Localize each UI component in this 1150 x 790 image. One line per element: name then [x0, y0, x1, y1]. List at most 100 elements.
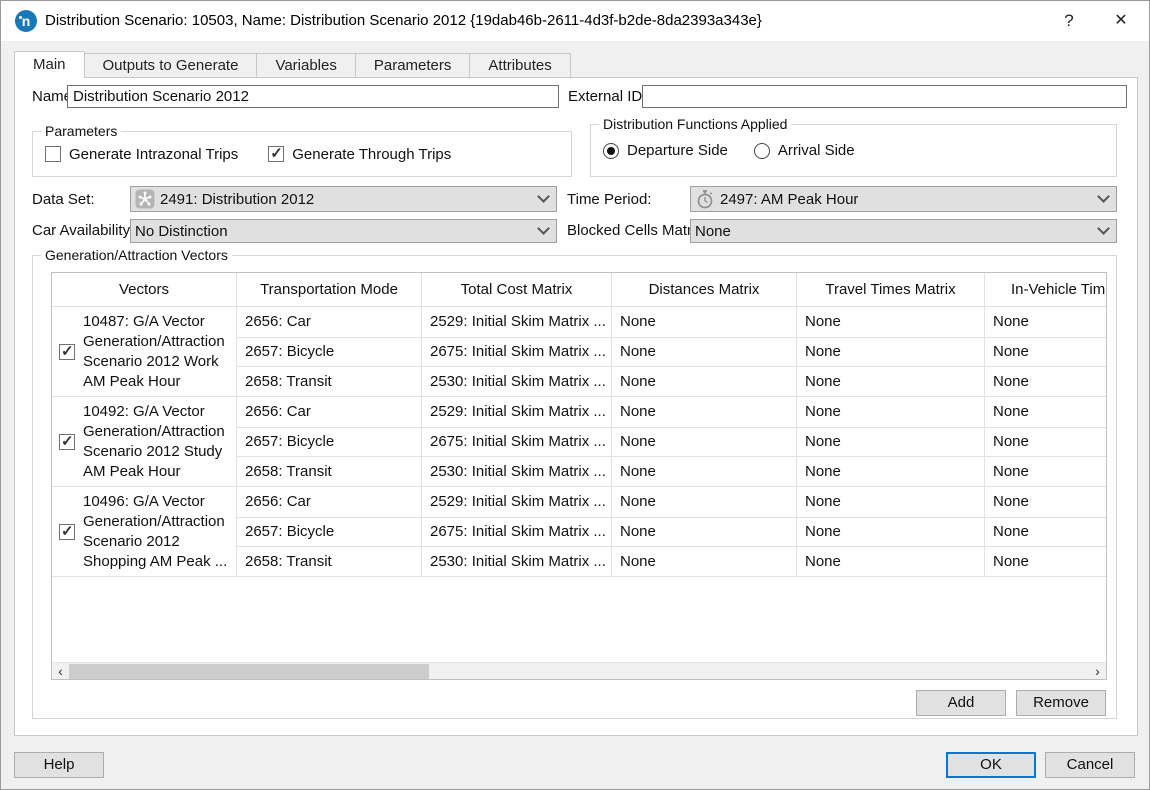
travel-times-cell: None — [797, 547, 985, 576]
vector-cell: 10496: G/A Vector Generation/Attraction … — [52, 487, 237, 576]
scroll-left-icon[interactable]: ‹ — [52, 663, 69, 680]
tab-variables[interactable]: Variables — [257, 53, 355, 77]
distances-cell: None — [612, 307, 797, 337]
external-id-label: External ID: — [568, 88, 646, 105]
parameters-groupbox: Parameters Generate Intrazonal Trips Gen… — [32, 131, 572, 177]
col-header-total-cost-matrix[interactable]: Total Cost Matrix — [422, 273, 612, 307]
total-cost-cell: 2675: Initial Skim Matrix ... — [422, 428, 612, 457]
distribution-scenario-dialog: n Distribution Scenario: 10503, Name: Di… — [0, 0, 1150, 790]
col-header-in-vehicle-time[interactable]: In-Vehicle Time — [985, 273, 1106, 307]
table-row[interactable]: 2658: Transit 2530: Initial Skim Matrix … — [237, 366, 1106, 396]
tab-parameters[interactable]: Parameters — [356, 53, 471, 77]
vector-cell: 10487: G/A Vector Generation/Attraction … — [52, 307, 237, 396]
travel-times-cell: None — [797, 307, 985, 337]
car-availability-dropdown[interactable]: No Distinction — [130, 219, 557, 243]
tab-attributes[interactable]: Attributes — [470, 53, 570, 77]
time-period-value: 2497: AM Peak Hour — [720, 191, 858, 208]
total-cost-cell: 2530: Initial Skim Matrix ... — [422, 547, 612, 576]
car-availability-value: No Distinction — [135, 223, 228, 240]
table-row[interactable]: 2658: Transit 2530: Initial Skim Matrix … — [237, 456, 1106, 486]
tab-outputs-to-generate[interactable]: Outputs to Generate — [85, 53, 258, 77]
in-vehicle-cell: None — [985, 457, 1106, 486]
vector-name: 10487: G/A Vector Generation/Attraction … — [83, 312, 235, 392]
departure-side-radio[interactable] — [603, 143, 619, 159]
ok-button[interactable]: OK — [946, 752, 1036, 778]
arrival-side-radio[interactable] — [754, 143, 770, 159]
table-row[interactable]: 2657: Bicycle 2675: Initial Skim Matrix … — [237, 337, 1106, 367]
travel-times-cell: None — [797, 518, 985, 547]
total-cost-cell: 2675: Initial Skim Matrix ... — [422, 338, 612, 367]
generate-through-trips-checkbox[interactable] — [268, 146, 284, 162]
distances-cell: None — [612, 338, 797, 367]
in-vehicle-cell: None — [985, 487, 1106, 517]
distribution-functions-groupbox: Distribution Functions Applied Departure… — [590, 124, 1117, 177]
table-row[interactable]: 2657: Bicycle 2675: Initial Skim Matrix … — [237, 427, 1106, 457]
vector-group-row: 10492: G/A Vector Generation/Attraction … — [52, 397, 1106, 487]
tab-main[interactable]: Main — [14, 51, 85, 78]
remove-button[interactable]: Remove — [1016, 690, 1106, 716]
col-header-travel-times-matrix[interactable]: Travel Times Matrix — [797, 273, 985, 307]
mode-cell: 2658: Transit — [237, 547, 422, 576]
total-cost-cell: 2529: Initial Skim Matrix ... — [422, 487, 612, 517]
table-row[interactable]: 2658: Transit 2530: Initial Skim Matrix … — [237, 546, 1106, 576]
generate-intrazonal-trips-checkbox[interactable] — [45, 146, 61, 162]
travel-times-cell: None — [797, 367, 985, 396]
blocked-cells-matrix-label: Blocked Cells Matrix: — [567, 222, 707, 239]
help-button[interactable]: Help — [14, 752, 104, 778]
distances-cell: None — [612, 518, 797, 547]
titlebar-close-button[interactable]: ✕ — [1099, 1, 1143, 41]
mode-rows: 2656: Car 2529: Initial Skim Matrix ... … — [237, 487, 1106, 576]
stopwatch-icon — [695, 189, 715, 209]
travel-times-cell: None — [797, 397, 985, 427]
vector-group-row: 10496: G/A Vector Generation/Attraction … — [52, 487, 1106, 577]
table-row[interactable]: 2656: Car 2529: Initial Skim Matrix ... … — [237, 307, 1106, 337]
chevron-down-icon — [537, 190, 550, 203]
titlebar: n Distribution Scenario: 10503, Name: Di… — [1, 1, 1149, 41]
travel-times-cell: None — [797, 428, 985, 457]
in-vehicle-cell: None — [985, 307, 1106, 337]
window-title: Distribution Scenario: 10503, Name: Dist… — [45, 12, 762, 29]
mode-rows: 2656: Car 2529: Initial Skim Matrix ... … — [237, 307, 1106, 396]
time-period-label: Time Period: — [567, 191, 651, 208]
distances-cell: None — [612, 547, 797, 576]
time-period-dropdown[interactable]: 2497: AM Peak Hour — [690, 186, 1117, 212]
col-header-distances-matrix[interactable]: Distances Matrix — [612, 273, 797, 307]
col-header-vectors[interactable]: Vectors — [52, 273, 237, 307]
in-vehicle-cell: None — [985, 397, 1106, 427]
vector-checkbox[interactable] — [59, 434, 75, 450]
scroll-right-icon[interactable]: › — [1089, 663, 1106, 680]
distances-cell: None — [612, 428, 797, 457]
car-availability-label: Car Availability: — [32, 222, 134, 239]
distances-cell: None — [612, 367, 797, 396]
cancel-button[interactable]: Cancel — [1045, 752, 1135, 778]
vector-checkbox[interactable] — [59, 344, 75, 360]
data-set-dropdown[interactable]: 2491: Distribution 2012 — [130, 186, 557, 212]
total-cost-cell: 2529: Initial Skim Matrix ... — [422, 397, 612, 427]
vector-checkbox[interactable] — [59, 524, 75, 540]
vectors-group-title: Generation/Attraction Vectors — [41, 247, 232, 263]
scrollbar-thumb[interactable] — [69, 664, 429, 679]
travel-times-cell: None — [797, 338, 985, 367]
blocked-cells-matrix-value: None — [695, 223, 731, 240]
table-row[interactable]: 2657: Bicycle 2675: Initial Skim Matrix … — [237, 517, 1106, 547]
mode-cell: 2657: Bicycle — [237, 518, 422, 547]
blocked-cells-matrix-dropdown[interactable]: None — [690, 219, 1117, 243]
add-button[interactable]: Add — [916, 690, 1006, 716]
mode-cell: 2657: Bicycle — [237, 428, 422, 457]
distances-cell: None — [612, 487, 797, 517]
horizontal-scrollbar[interactable]: ‹ › — [52, 662, 1106, 679]
table-row[interactable]: 2656: Car 2529: Initial Skim Matrix ... … — [237, 487, 1106, 517]
external-id-input[interactable] — [642, 85, 1127, 108]
titlebar-help-button[interactable]: ? — [1047, 1, 1091, 41]
in-vehicle-cell: None — [985, 367, 1106, 396]
col-header-transportation-mode[interactable]: Transportation Mode — [237, 273, 422, 307]
chevron-down-icon — [1097, 222, 1110, 235]
arrival-side-label: Arrival Side — [778, 142, 855, 159]
total-cost-cell: 2530: Initial Skim Matrix ... — [422, 367, 612, 396]
in-vehicle-cell: None — [985, 338, 1106, 367]
vectors-table: Vectors Transportation Mode Total Cost M… — [51, 272, 1107, 680]
travel-times-cell: None — [797, 457, 985, 486]
table-row[interactable]: 2656: Car 2529: Initial Skim Matrix ... … — [237, 397, 1106, 427]
name-input[interactable] — [67, 85, 559, 108]
generate-intrazonal-trips-label: Generate Intrazonal Trips — [69, 146, 238, 163]
